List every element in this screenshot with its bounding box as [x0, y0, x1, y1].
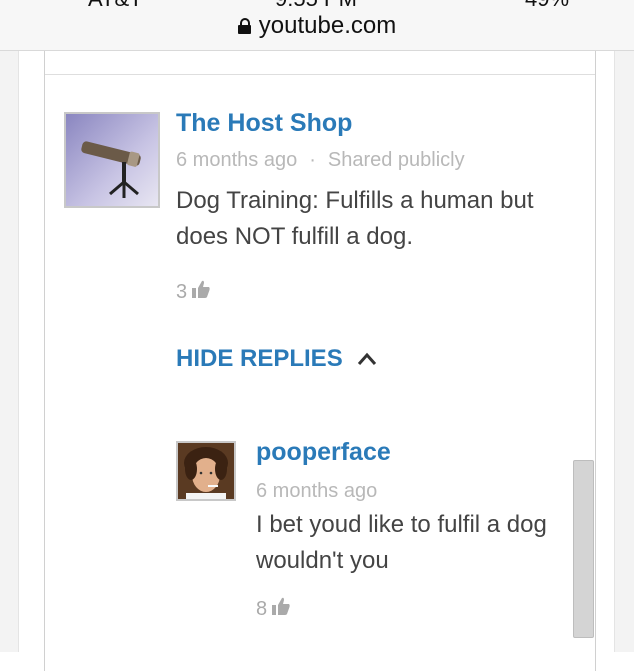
reply-avatar[interactable] [176, 441, 236, 501]
clock-label: 9:55 PM [275, 0, 357, 12]
reply-like-count: 8 [256, 598, 268, 620]
carrier-label: AT&T [88, 0, 143, 12]
scrollbar-thumb[interactable] [573, 460, 594, 638]
reply-like-group: 8 [256, 596, 291, 622]
comment-meta: 6 months ago · Shared publicly [176, 148, 465, 172]
page-left-margin [0, 51, 19, 652]
comment-visibility: Shared publicly [327, 149, 465, 171]
chevron-up-icon [357, 344, 377, 374]
divider [45, 74, 595, 75]
thumbs-up-icon[interactable] [271, 596, 291, 622]
reply-time[interactable]: 6 months ago [256, 479, 377, 503]
hide-replies-button[interactable]: HIDE REPLIES [176, 344, 377, 374]
url-field[interactable]: youtube.com [0, 12, 634, 40]
reply-text: I bet youd like to fulfil a dog wouldn't… [256, 511, 547, 574]
meta-separator: · [309, 149, 316, 171]
avatar-image [66, 114, 158, 206]
url-text: youtube.com [258, 12, 397, 39]
comment-time[interactable]: 6 months ago [176, 149, 297, 171]
browser-address-bar: AT&T 9:55 PM 49% youtube.com [0, 0, 634, 51]
battery-label: 49% [525, 0, 569, 12]
avatar[interactable] [64, 112, 160, 208]
like-count: 3 [176, 281, 188, 303]
hide-replies-label: HIDE REPLIES [176, 345, 343, 372]
reply-avatar-image [178, 443, 234, 499]
comment-author[interactable]: The Host Shop [176, 108, 352, 138]
thumbs-up-icon[interactable] [191, 279, 211, 305]
lock-icon [237, 18, 251, 34]
page-right-margin [614, 51, 634, 652]
comment-text: Dog Training: Fulfills a human but does … [176, 187, 534, 250]
reply-author[interactable]: pooperface [256, 437, 391, 467]
like-group: 3 [176, 279, 211, 305]
